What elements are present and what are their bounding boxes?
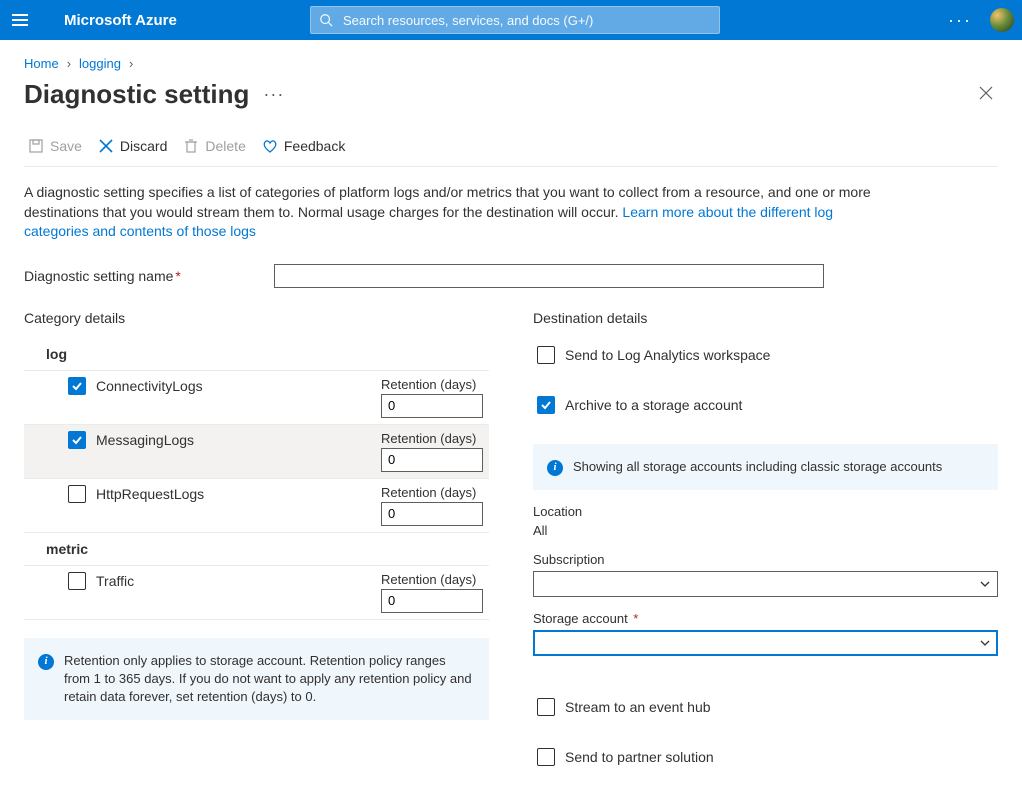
chevron-right-icon: › (67, 56, 71, 71)
dest-label: Stream to an event hub (565, 699, 711, 715)
retention-input-traffic[interactable] (381, 589, 483, 613)
breadcrumb: Home › logging › (24, 56, 998, 71)
search-input[interactable] (341, 12, 711, 29)
retention-label: Retention (days) (381, 431, 483, 446)
discard-label: Discard (120, 138, 167, 154)
discard-button[interactable]: Discard (94, 134, 171, 158)
dest-log-analytics: Send to Log Analytics workspace (533, 338, 998, 372)
info-icon: i (547, 460, 563, 476)
dest-label: Archive to a storage account (565, 397, 742, 413)
chevron-down-icon (979, 637, 991, 649)
storage-info-box: i Showing all storage accounts including… (533, 444, 998, 490)
metric-section-heading: metric (24, 533, 489, 566)
dest-label: Send to Log Analytics workspace (565, 347, 770, 363)
setting-name-label: Diagnostic setting name* (24, 268, 274, 284)
search-icon (319, 13, 333, 27)
retention-label: Retention (days) (381, 485, 483, 500)
hamburger-icon (12, 14, 28, 26)
toolbar: Save Discard Delete Feedback (24, 134, 998, 167)
chevron-right-icon: › (129, 56, 133, 71)
checkbox-traffic[interactable] (68, 572, 86, 590)
checkbox-event-hub[interactable] (537, 698, 555, 716)
page-more-button[interactable]: ··· (263, 84, 284, 105)
description: A diagnostic setting specifies a list of… (24, 183, 894, 242)
page-title: Diagnostic setting (24, 79, 249, 110)
dest-event-hub: Stream to an event hub (533, 690, 998, 724)
discard-icon (98, 138, 114, 154)
retention-input-httprequest[interactable] (381, 502, 483, 526)
checkbox-messaging[interactable] (68, 431, 86, 449)
location-label: Location (533, 504, 998, 519)
feedback-button[interactable]: Feedback (258, 134, 349, 158)
top-bar: Microsoft Azure ··· (0, 0, 1022, 40)
info-icon: i (38, 654, 54, 670)
feedback-label: Feedback (284, 138, 345, 154)
log-label: MessagingLogs (96, 431, 194, 448)
chevron-down-icon (979, 578, 991, 590)
menu-button[interactable] (0, 0, 40, 40)
delete-icon (183, 138, 199, 154)
save-button[interactable]: Save (24, 134, 86, 158)
delete-label: Delete (205, 138, 245, 154)
close-button[interactable] (974, 81, 998, 108)
checkbox-connectivity[interactable] (68, 377, 86, 395)
avatar[interactable] (990, 8, 1014, 32)
heart-icon (262, 138, 278, 154)
checkbox-storage[interactable] (537, 396, 555, 414)
checkbox-log-analytics[interactable] (537, 346, 555, 364)
save-icon (28, 138, 44, 154)
delete-button[interactable]: Delete (179, 134, 249, 158)
breadcrumb-logging[interactable]: logging (79, 56, 121, 71)
dest-label: Send to partner solution (565, 749, 714, 765)
storage-account-label: Storage account * (533, 611, 998, 626)
log-section-heading: log (24, 338, 489, 371)
log-row-httprequest: HttpRequestLogs Retention (days) (24, 479, 489, 533)
log-row-messaging: MessagingLogs Retention (days) (24, 425, 489, 479)
metric-label: Traffic (96, 572, 134, 589)
subscription-select[interactable] (533, 571, 998, 597)
close-icon (978, 85, 994, 101)
destination-heading: Destination details (533, 310, 998, 326)
retention-label: Retention (days) (381, 377, 483, 392)
storage-info-text: Showing all storage accounts including c… (573, 458, 942, 476)
subscription-label: Subscription (533, 552, 998, 567)
more-button[interactable]: ··· (948, 10, 972, 31)
save-label: Save (50, 138, 82, 154)
breadcrumb-home[interactable]: Home (24, 56, 59, 71)
retention-label: Retention (days) (381, 572, 483, 587)
metric-row-traffic: Traffic Retention (days) (24, 566, 489, 620)
category-heading: Category details (24, 310, 489, 326)
search-box[interactable] (310, 6, 720, 34)
brand: Microsoft Azure (64, 12, 177, 29)
retention-info-box: i Retention only applies to storage acco… (24, 638, 489, 721)
log-label: HttpRequestLogs (96, 485, 204, 502)
dest-storage: Archive to a storage account (533, 388, 998, 422)
retention-input-connectivity[interactable] (381, 394, 483, 418)
dest-partner: Send to partner solution (533, 740, 998, 774)
checkbox-httprequest[interactable] (68, 485, 86, 503)
storage-account-select[interactable] (533, 630, 998, 656)
checkbox-partner[interactable] (537, 748, 555, 766)
retention-info-text: Retention only applies to storage accoun… (64, 652, 475, 707)
log-row-connectivity: ConnectivityLogs Retention (days) (24, 371, 489, 425)
location-value: All (533, 523, 998, 538)
log-label: ConnectivityLogs (96, 377, 203, 394)
setting-name-input[interactable] (274, 264, 824, 288)
retention-input-messaging[interactable] (381, 448, 483, 472)
